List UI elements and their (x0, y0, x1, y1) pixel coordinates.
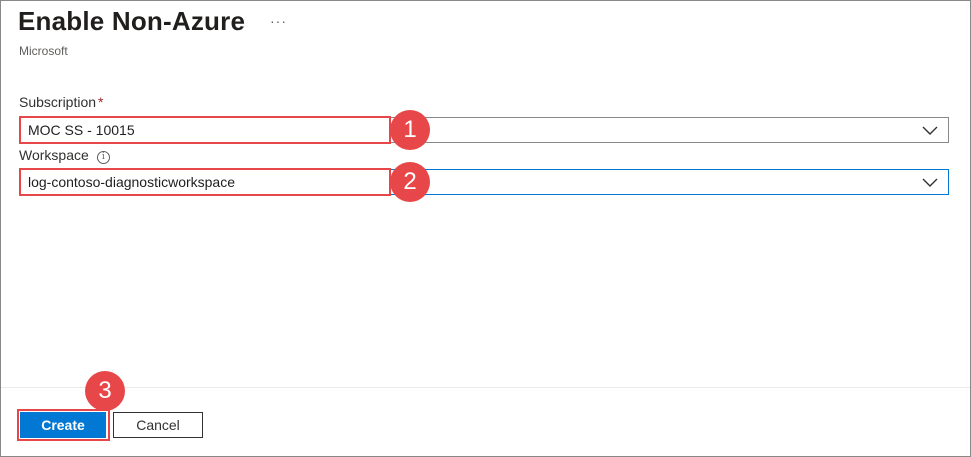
info-icon[interactable]: i (96, 151, 110, 164)
page-title: Enable Non-Azure (18, 6, 246, 36)
cancel-button[interactable]: Cancel (113, 412, 203, 438)
step-badge-1: 1 (390, 110, 430, 150)
chevron-down-icon (922, 178, 938, 187)
chevron-down-icon (922, 126, 938, 135)
workspace-dropdown[interactable]: log-contoso-diagnosticworkspace (19, 169, 949, 195)
workspace-label: Workspace i (19, 147, 110, 164)
subscription-dropdown[interactable]: MOC SS - 10015 (19, 117, 949, 143)
blade-panel (0, 0, 971, 457)
create-button[interactable]: Create (20, 412, 106, 438)
workspace-value: log-contoso-diagnosticworkspace (28, 174, 235, 190)
more-options-button[interactable]: ··· (270, 13, 287, 29)
workspace-label-text: Workspace (19, 147, 89, 163)
subscription-label: Subscription * (19, 94, 104, 110)
step-badge-3: 3 (85, 371, 125, 411)
footer-divider (1, 387, 970, 388)
step-badge-2: 2 (390, 162, 430, 202)
required-marker: * (98, 94, 104, 110)
page-subtitle: Microsoft (19, 44, 68, 58)
subscription-value: MOC SS - 10015 (28, 122, 135, 138)
subscription-label-text: Subscription (19, 94, 97, 110)
